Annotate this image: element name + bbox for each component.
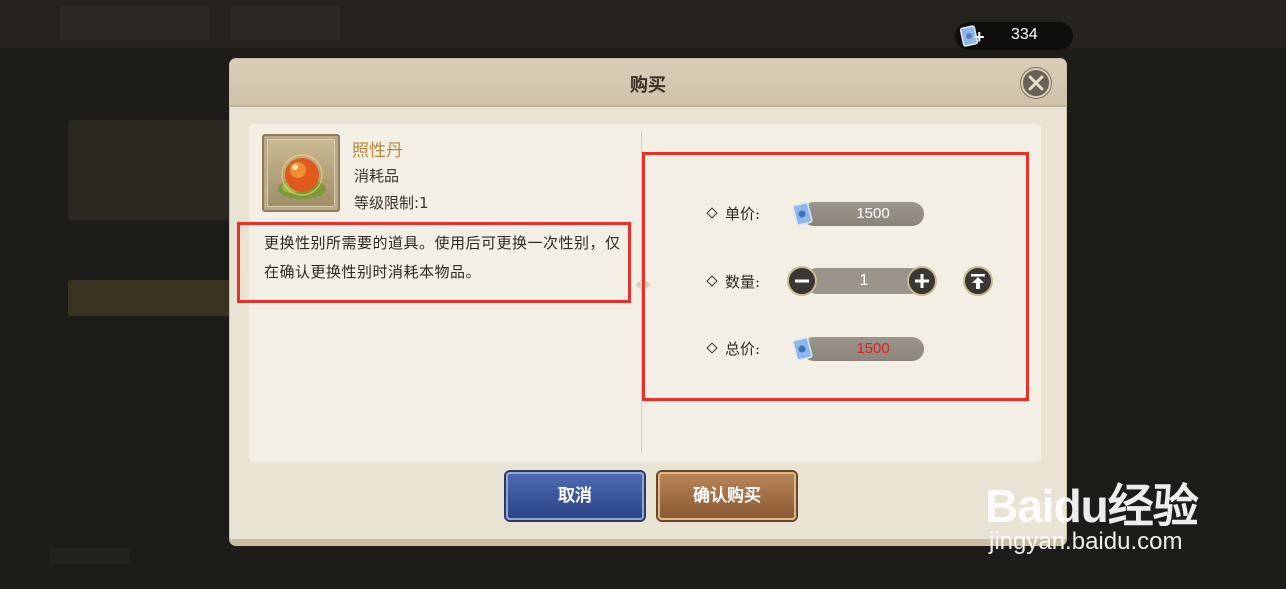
background-top-bar	[0, 0, 1286, 48]
watermark-logo: Baidu经验	[985, 480, 1199, 532]
item-type: 消耗品	[354, 167, 400, 185]
item-icon-frame[interactable]	[262, 134, 340, 212]
background-strip	[68, 280, 233, 316]
background-tab	[60, 6, 210, 40]
dialog-title: 购买	[630, 75, 666, 96]
plus-icon: +	[974, 27, 985, 47]
price-highlight-box	[642, 152, 1029, 401]
item-name: 照性丹	[352, 141, 403, 161]
item-level-limit: 等级限制:1	[354, 194, 429, 212]
background-card	[68, 120, 233, 220]
dialog-bottom-edge	[230, 539, 1066, 545]
elixir-orb-icon	[278, 154, 326, 199]
description-highlight-box	[237, 222, 631, 303]
close-icon	[1028, 75, 1044, 91]
background-tab	[230, 6, 340, 40]
currency-display[interactable]: + 334	[955, 22, 1073, 50]
cancel-button[interactable]: 取消	[506, 472, 644, 520]
close-button[interactable]	[1021, 68, 1051, 98]
currency-amount: 334	[1011, 26, 1038, 43]
background-label	[50, 548, 130, 564]
dialog-header: 购买	[230, 59, 1066, 107]
watermark-url: jingyan.baidu.com	[989, 528, 1183, 555]
confirm-purchase-button[interactable]: 确认购买	[658, 472, 796, 520]
